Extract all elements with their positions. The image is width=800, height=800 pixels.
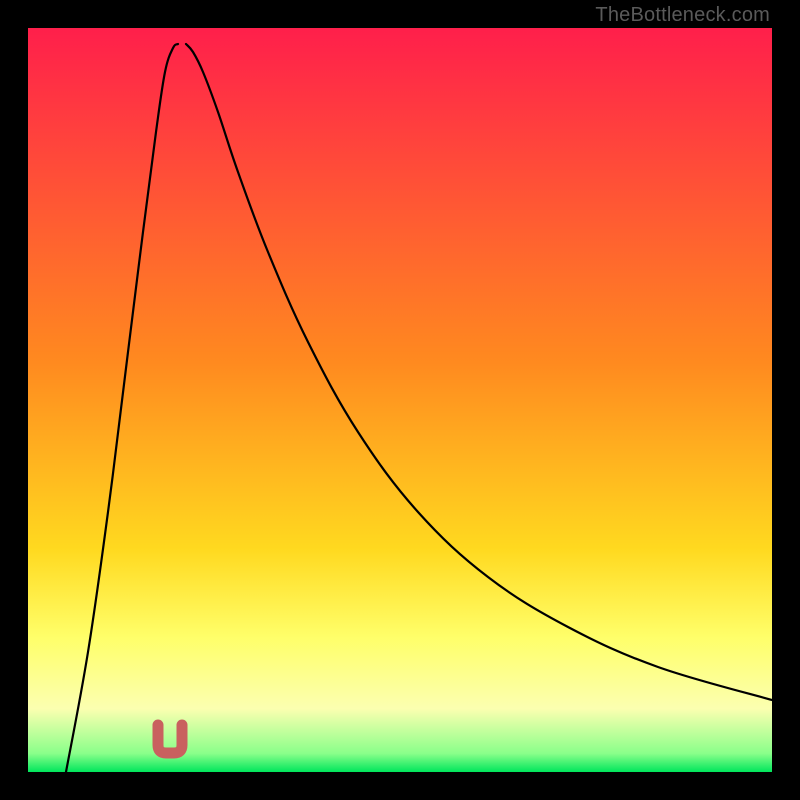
attribution-label: TheBottleneck.com	[595, 4, 770, 27]
bottleneck-curve	[28, 28, 772, 772]
chart-frame	[28, 28, 772, 772]
